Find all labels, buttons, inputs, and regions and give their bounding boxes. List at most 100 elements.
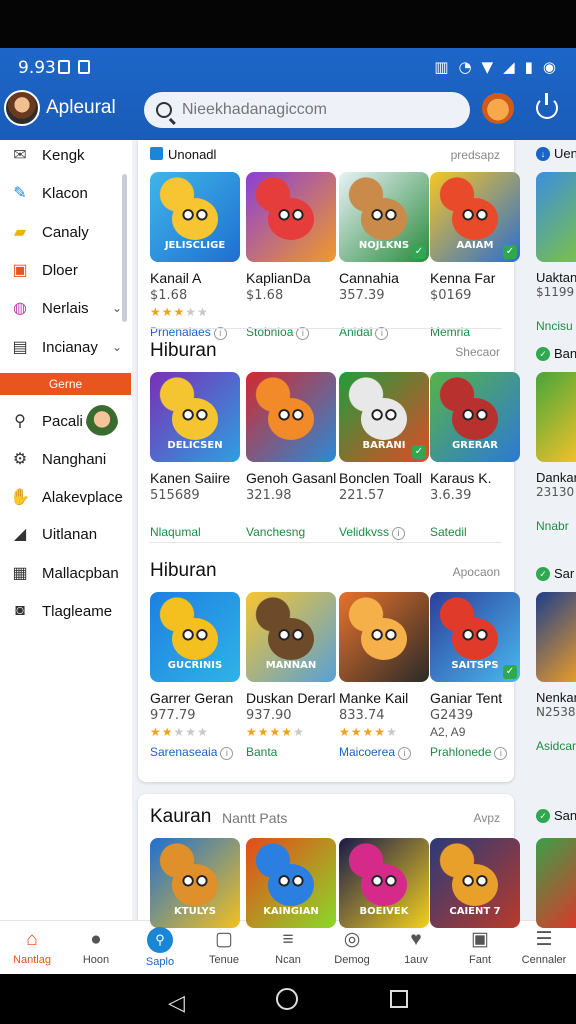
game-thumbnail[interactable] [339, 592, 429, 682]
peek-game-card[interactable] [536, 838, 576, 928]
search-bar[interactable] [144, 92, 470, 128]
chevron-down-icon[interactable]: ⌄ [112, 301, 122, 315]
game-thumbnail[interactable] [536, 592, 576, 682]
heart-icon: ♥ [410, 928, 422, 950]
game-card[interactable]: DELICSEN Kanen Saiire 515689 Nlaqumal [150, 372, 240, 539]
game-title: Ganiar Tent [430, 690, 503, 706]
sidebar-item-12[interactable]: ◙ Tlagleame [0, 592, 122, 630]
game-thumbnail[interactable]: MANNAN [246, 592, 336, 682]
game-thumbnail[interactable]: GRERAR [430, 372, 520, 462]
avatar[interactable] [4, 90, 40, 126]
sidebar-item-8[interactable]: ⚙ Nanghani [0, 440, 122, 478]
game-category[interactable]: Banta [246, 745, 336, 759]
info-icon[interactable]: i [392, 527, 406, 540]
peek-game-card[interactable]: Dankar 23130 Nnabr [536, 372, 576, 533]
game-thumbnail[interactable]: KTULYS [150, 838, 240, 928]
game-card[interactable]: JELISCLIGE Kanail A $1.68 ★★★★★ Prnenalaes i [150, 172, 240, 340]
back-icon[interactable]: ◁ [168, 990, 185, 1016]
game-thumbnail[interactable] [536, 172, 576, 262]
game-title: Manke Kail [339, 690, 409, 706]
power-icon[interactable] [536, 93, 558, 119]
game-card[interactable]: MANNAN Duskan Derarl 937.90 ★★★★★ Banta [246, 592, 336, 759]
nav-bolt[interactable]: ≡ Ncan [256, 920, 320, 974]
section-more-link[interactable]: Avpz [474, 811, 500, 825]
game-thumbnail[interactable]: SAITSPS ✓ [430, 592, 520, 682]
brand[interactable]: Apleural [4, 88, 132, 128]
sidebar-item-4[interactable]: ▣ Dloer [0, 251, 122, 289]
nav-search-circle[interactable]: ⚲ Saplo [128, 920, 192, 974]
game-thumbnail[interactable]: KAINGIAN [246, 838, 336, 928]
game-card[interactable]: KTULYS [150, 838, 240, 928]
game-card[interactable]: CAIENT 7 [430, 838, 520, 928]
nav-tv[interactable]: ▣ Fant [448, 920, 512, 974]
sidebar-scrollbar[interactable] [122, 174, 127, 322]
game-thumbnail[interactable]: GUCRINIS [150, 592, 240, 682]
info-icon[interactable]: i [220, 747, 234, 760]
nav-heart[interactable]: ♥ 1auv [384, 920, 448, 974]
sidebar-item-7[interactable]: ⚲ Pacali [0, 402, 122, 440]
game-thumbnail[interactable]: NOJLKNS ✓ [339, 172, 429, 262]
game-card[interactable]: BOEIVEK [339, 838, 429, 928]
section-more-link[interactable]: Apocaon [453, 565, 500, 579]
game-thumbnail[interactable]: BARANI ✓ [339, 372, 429, 462]
game-category[interactable]: Satedil [430, 525, 520, 539]
nav-menu[interactable]: ☰ Cennaler [512, 920, 576, 974]
peek-game-card[interactable]: Nenkar N2538 Asidcar [536, 592, 576, 753]
game-thumbnail[interactable] [536, 838, 576, 928]
device-icon: ▤ [12, 339, 28, 356]
game-thumbnail[interactable]: JELISCLIGE [150, 172, 240, 262]
game-card[interactable]: GRERAR Karaus K. 3.6.39 Satedil [430, 372, 520, 539]
sidebar-item-10[interactable]: ◢ Uitlanan [0, 515, 122, 553]
game-thumbnail[interactable] [246, 372, 336, 462]
nav-home[interactable]: ⌂ Nantlag [0, 920, 64, 974]
star-icon: ★ [339, 725, 351, 739]
game-thumbnail[interactable]: DELICSEN [150, 372, 240, 462]
game-card[interactable]: NOJLKNS ✓ Cannahia 357.39 Anidal i [339, 172, 429, 340]
game-thumbnail[interactable] [536, 372, 576, 462]
sidebar-item-11[interactable]: ▦ Mallacpban [0, 554, 122, 592]
game-category[interactable]: Prahlonede i [430, 745, 520, 760]
game-thumbnail[interactable]: CAIENT 7 [430, 838, 520, 928]
info-icon[interactable]: i [494, 747, 508, 760]
game-category[interactable]: Maicoerea i [339, 745, 429, 760]
nav-person[interactable]: ● Hoon [64, 920, 128, 974]
sidebar-item-9[interactable]: ✋ Alakevplace [0, 478, 123, 516]
game-thumbnail[interactable] [246, 172, 336, 262]
game-title: Duskan Derarl [246, 690, 336, 706]
peek-game-card[interactable]: Uaktan $1199 Nncisu [536, 172, 576, 333]
sidebar-item-2[interactable]: ✎ Klacon [0, 174, 122, 212]
game-category[interactable]: Sarenaseaia i [150, 745, 240, 760]
game-card[interactable]: Manke Kail 833.74 ★★★★★ Maicoerea i [339, 592, 429, 760]
mail-icon: ✉ [13, 147, 27, 164]
section-more-link[interactable]: Shecaor [455, 345, 500, 359]
game-thumbnail[interactable]: AAIAM ✓ [430, 172, 520, 262]
game-card[interactable]: AAIAM ✓ Kenna Far $0169 Memria [430, 172, 520, 339]
game-thumbnail[interactable]: BOEIVEK [339, 838, 429, 928]
game-card[interactable]: SAITSPS ✓ Ganiar Tent G2439 A2, A9 Prahlonede… [430, 592, 520, 760]
game-category[interactable]: Velidkvss i [339, 525, 429, 540]
recents-icon[interactable] [390, 990, 408, 1008]
nav-chat[interactable]: ▢ Tenue [192, 920, 256, 974]
fox-avatar-icon[interactable] [482, 92, 514, 124]
game-card[interactable]: KAINGIAN [246, 838, 336, 928]
search-input[interactable] [182, 101, 452, 119]
game-card[interactable]: BARANI ✓ Bonclen Toall 221.57 Velidkvss i [339, 372, 429, 540]
star-rating [430, 505, 520, 519]
sidebar-item-1[interactable]: ✉ Kengk [0, 136, 122, 174]
sidebar-item-5[interactable]: ◍ Nerlais ⌄ [0, 289, 122, 327]
home-circle-icon[interactable] [276, 988, 298, 1010]
game-card[interactable]: Genoh Gasanl 321.98 Vanchesng [246, 372, 336, 539]
chevron-down-icon[interactable]: ⌄ [112, 340, 122, 354]
game-card[interactable]: KaplianDa $1.68 Stobnioa i [246, 172, 336, 340]
sidebar-section-game[interactable]: Gerne [0, 373, 131, 395]
nav-compass[interactable]: ◎ Demog [320, 920, 384, 974]
section-more-link[interactable]: predsapz [451, 148, 500, 162]
info-icon[interactable]: i [398, 747, 412, 760]
image-icon: ▣ [12, 262, 28, 279]
character-icon [172, 864, 218, 906]
sidebar-item-6[interactable]: ▤ Incianay ⌄ [0, 328, 122, 366]
game-category[interactable]: Vanchesng [246, 525, 336, 539]
sidebar-item-3[interactable]: ▰ Canaly [0, 213, 122, 251]
game-category[interactable]: Nlaqumal [150, 525, 240, 539]
game-card[interactable]: GUCRINIS Garrer Geran 977.79 ★★★★★ Sarenasea… [150, 592, 240, 760]
